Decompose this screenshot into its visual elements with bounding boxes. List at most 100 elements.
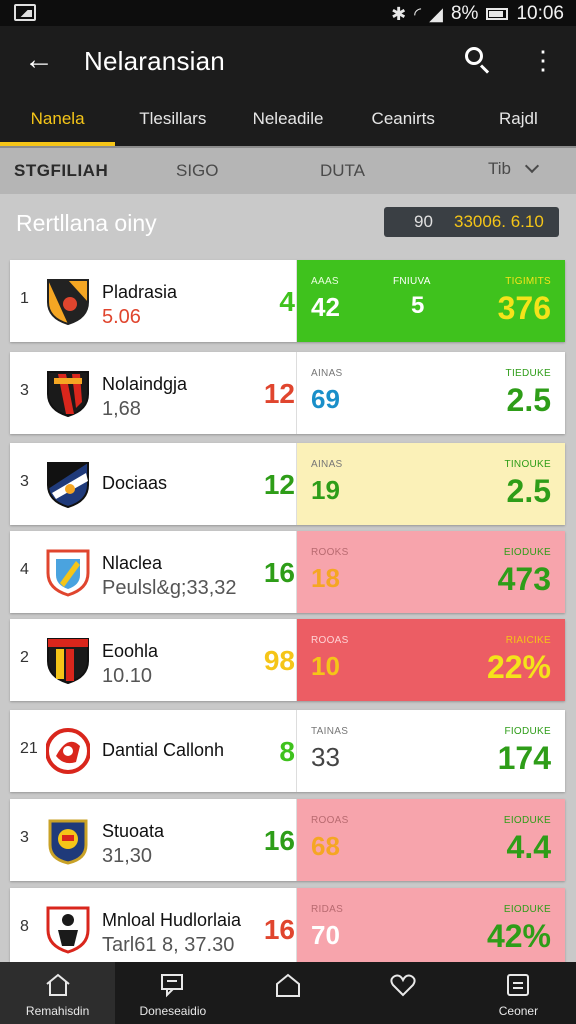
row-stats: ROOKS 18 EIODUKE 473	[296, 531, 565, 613]
team-subtext: 5.06	[102, 306, 141, 328]
nav-messages[interactable]: Doneseaidio	[115, 962, 230, 1024]
filter-bar: STGFILIAH SIGO DUTA Tib	[0, 146, 576, 194]
stat-caption-3: TIEDUKE	[505, 368, 551, 379]
stat-value-3: 376	[497, 290, 551, 326]
tab-neleadile[interactable]: Neleadile	[230, 96, 345, 146]
team-name: Dociaas	[102, 473, 168, 493]
team-name: Eoohla	[102, 641, 159, 661]
stat-caption-1: ROOAS	[311, 635, 349, 646]
row-rank: 3	[20, 829, 29, 846]
stat-caption-1: TAINAS	[311, 726, 349, 737]
search-button[interactable]	[458, 42, 496, 80]
back-button[interactable]: ←	[20, 42, 58, 80]
row-rank: 21	[20, 740, 38, 757]
battery-percent: 8%	[450, 3, 479, 24]
battery-icon	[486, 8, 509, 20]
stat-caption-1: RIDAS	[311, 904, 344, 915]
app-bar: ← Nelaransian ⋮	[0, 26, 576, 96]
tab-rajdl[interactable]: Rajdl	[461, 96, 576, 146]
team-name: Dantial Callonh	[102, 740, 225, 760]
filter-dropdown[interactable]: Tib	[488, 158, 540, 179]
stat-caption-1: ROOKS	[311, 547, 349, 558]
row-rank: 3	[20, 473, 29, 490]
stat-value-2: 5	[411, 292, 425, 319]
column-header-team[interactable]: STGFILIAH	[14, 161, 108, 181]
stat-value-1: 10	[311, 651, 340, 681]
table-row[interactable]: 4 Nlaclea Peulsl&g;33,32 16 ROOKS 18 EIO…	[10, 531, 565, 613]
stat-caption-3: EIODUKE	[503, 815, 551, 826]
stat-caption-1: ROOAS	[311, 815, 349, 826]
stat-value-3: 22%	[486, 649, 551, 685]
row-rank: 4	[20, 561, 29, 578]
nav-corner[interactable]: Ceoner	[461, 962, 576, 1024]
stat-caption-1: AINAS	[311, 368, 343, 379]
section-title: Rertllana oiny	[16, 210, 157, 236]
arrow-left-icon: ←	[24, 43, 54, 76]
row-stats: ROOAS 10 RIAICIKE 22%	[296, 619, 565, 701]
stat-caption-3: FIODUKE	[504, 726, 551, 737]
stat-caption-3: TIGIMITS	[505, 276, 551, 287]
nav-favorites[interactable]	[346, 962, 461, 1024]
row-score: 12	[263, 469, 295, 500]
clipboard-icon	[507, 974, 530, 996]
row-score: 16	[263, 557, 295, 588]
table-row[interactable]: 3 Nolaindgja 1,68 12 AINAS 69 TIEDUKE 2.…	[10, 352, 565, 434]
home-icon	[45, 973, 70, 996]
row-stats: TAINAS 33 FIODUKE 174	[296, 710, 565, 792]
stat-caption-3: EIODUKE	[503, 904, 551, 915]
status-bar: ✱ ◜ ◢ 8% 10:06	[0, 0, 576, 26]
nav-messages-label: Doneseaidio	[139, 1004, 207, 1018]
page-title: Nelaransian	[84, 46, 225, 76]
row-score: 8	[279, 736, 295, 767]
stat-value-1: 70	[311, 920, 340, 950]
chevron-down-icon	[524, 158, 540, 174]
table-row[interactable]: 3 Stuoata 31,30 16 ROOAS 68 EIODUKE 4.4	[10, 799, 565, 881]
table-row[interactable]: 21 Dantial Callonh 8 TAINAS 33 FIODUKE 1…	[10, 710, 565, 792]
column-header-sigo[interactable]: SIGO	[176, 161, 219, 181]
red-white-shield-icon	[46, 906, 90, 954]
table-row[interactable]: 1 Pladrasia 5.06 4 AAAS 42 FNIUVA 5 TIGI…	[10, 260, 565, 342]
team-subtext: Tarl61 8, 37.30	[102, 934, 235, 956]
signal-icon: ◢	[429, 3, 443, 24]
row-stats: RIDAS 70 EIODUKE 42%	[296, 888, 565, 962]
table-row[interactable]: 2 Eoohla 10.10 98 ROOAS 10 RIAICIKE 22%	[10, 619, 565, 701]
tab-bar: Nanela Tlesillars Neleadile Ceanirts Raj…	[0, 96, 576, 146]
bluetooth-icon: ✱	[391, 3, 407, 24]
tab-ceanirts[interactable]: Ceanirts	[346, 96, 461, 146]
nav-corner-label: Ceoner	[498, 1004, 539, 1018]
team-subtext: 10.10	[102, 665, 153, 687]
stat-value-1: 68	[311, 831, 340, 861]
bottom-navigation: Remahisdin Doneseaidio Ceoner	[0, 962, 576, 1024]
score-badge-left: 90	[414, 212, 433, 231]
stat-caption-1: AAAS	[311, 276, 339, 287]
tab-tlesillars[interactable]: Tlesillars	[115, 96, 230, 146]
team-name: Nolaindgja	[102, 374, 188, 394]
stat-caption-3: RIAICIKE	[505, 635, 551, 646]
stat-value-3: 4.4	[506, 829, 551, 865]
team-name: Stuoata	[102, 821, 165, 841]
tab-nanela[interactable]: Nanela	[0, 96, 116, 146]
nav-center[interactable]	[230, 962, 345, 1024]
stat-caption-1: AINAS	[311, 459, 343, 470]
section-header: Rertllana oiny 90 33006. 6.10	[0, 194, 576, 254]
row-score: 98	[263, 645, 295, 676]
filter-dropdown-value: Tib	[488, 159, 511, 178]
stat-value-3: 174	[497, 740, 551, 776]
nav-home[interactable]: Remahisdin	[0, 962, 116, 1024]
table-row[interactable]: 3 Dociaas 12 AINAS 19 TINOUKE 2.5	[10, 443, 565, 525]
chat-icon	[160, 974, 183, 998]
row-rank: 8	[20, 918, 29, 935]
team-subtext: 1,68	[102, 398, 141, 420]
table-row[interactable]: 8 Mnloal Hudlorlaia Tarl61 8, 37.30 16 R…	[10, 888, 565, 962]
row-stats: AINAS 69 TIEDUKE 2.5	[296, 352, 565, 434]
team-name: Pladrasia	[102, 282, 178, 302]
house-outline-icon	[276, 973, 300, 997]
team-subtext: 31,30	[102, 845, 153, 867]
pink-blue-shield-icon	[46, 549, 90, 597]
row-rank: 1	[20, 290, 29, 307]
more-options-button[interactable]: ⋮	[528, 44, 558, 78]
stat-value-3: 2.5	[506, 382, 551, 418]
row-stats: AAAS 42 FNIUVA 5 TIGIMITS 376	[296, 260, 565, 342]
column-header-duta[interactable]: DUTA	[320, 161, 365, 181]
stat-value-1: 18	[311, 563, 340, 593]
